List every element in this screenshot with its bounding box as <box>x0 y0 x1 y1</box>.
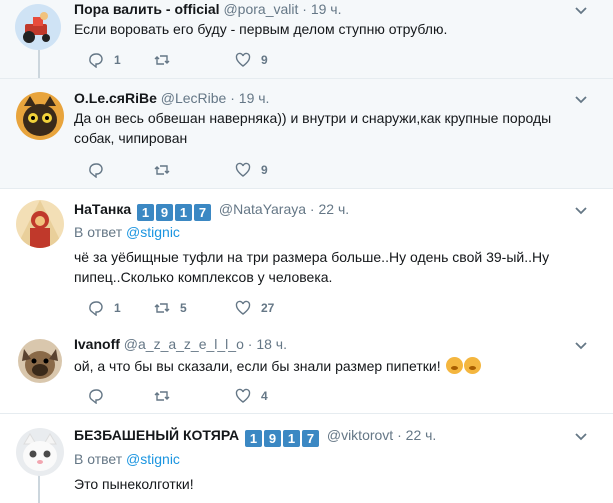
like-button[interactable]: 4 <box>235 387 268 405</box>
reply-to-link[interactable]: @stignic <box>126 451 180 467</box>
display-name[interactable]: O.Le.сяRiBe <box>74 90 157 106</box>
reply-button[interactable] <box>88 387 114 405</box>
like-button[interactable]: 9 <box>235 51 268 69</box>
avatar-dog-icon <box>18 339 62 383</box>
in-reply-to-label: В ответ <box>74 224 123 240</box>
username[interactable]: @LecRibe <box>161 90 227 106</box>
badge: 9 <box>263 430 281 447</box>
reply-icon <box>89 53 103 68</box>
reply-icon <box>89 163 103 178</box>
badge: 1 <box>137 204 155 221</box>
chevron-down-icon[interactable] <box>573 428 589 444</box>
retweet-count: 5 <box>180 301 187 315</box>
reply-button[interactable]: 1 <box>88 51 121 69</box>
reply-to-link[interactable]: @stignic <box>126 224 180 240</box>
heart-icon <box>235 52 251 67</box>
display-name[interactable]: НаТанка <box>74 201 131 217</box>
tweet-header: Пора валить - official @pora_valit · 19 … <box>74 1 342 17</box>
username[interactable]: @viktorovt <box>327 427 393 443</box>
retweet-button[interactable]: 5 <box>154 299 187 317</box>
badge: 1 <box>282 430 300 447</box>
heart-icon <box>235 388 251 403</box>
in-reply-to: В ответ @stignic <box>74 223 180 241</box>
badge: 1 <box>244 430 262 447</box>
tweet-header: БЕЗБАШЕНЫЙ КОТЯРА 1917 @viktorovt · 22 ч… <box>74 427 437 447</box>
chevron-down-icon[interactable] <box>573 91 589 107</box>
like-count: 9 <box>261 163 268 177</box>
tweet-header: O.Le.сяRiBe @LecRibe · 19 ч. <box>74 90 270 106</box>
timestamp[interactable]: 19 ч. <box>239 90 270 106</box>
tweet-header: НаТанка 1917 @NataYaraya · 22 ч. <box>74 201 350 221</box>
avatar[interactable] <box>18 339 62 383</box>
like-count: 4 <box>261 389 268 403</box>
display-name[interactable]: БЕЗБАШЕНЫЙ КОТЯРА <box>74 427 239 443</box>
retweet-icon <box>154 55 170 65</box>
tweet-text: ой, а что бы вы сказали, если бы знали р… <box>74 356 584 376</box>
reply-icon <box>89 389 103 404</box>
chevron-down-icon[interactable] <box>573 337 589 353</box>
username[interactable]: @a_z_a_z_e_l_l_o <box>124 336 244 352</box>
retweet-button[interactable] <box>154 161 180 179</box>
timestamp[interactable]: 22 ч. <box>318 201 349 217</box>
avatar[interactable] <box>15 4 61 50</box>
reply-count: 1 <box>114 301 121 315</box>
retweet-button[interactable] <box>154 387 180 405</box>
timestamp[interactable]: 22 ч. <box>406 427 437 443</box>
in-reply-to: В ответ @stignic <box>74 450 180 468</box>
avatar[interactable] <box>16 428 64 476</box>
reply-button[interactable]: 1 <box>88 299 121 317</box>
chevron-down-icon[interactable] <box>573 202 589 218</box>
display-name[interactable]: Ivanoff <box>74 336 120 352</box>
retweet-icon <box>154 303 170 313</box>
reply-button[interactable] <box>88 161 114 179</box>
like-button[interactable]: 27 <box>235 299 274 317</box>
like-count: 27 <box>261 301 275 315</box>
username[interactable]: @pora_valit <box>223 1 298 17</box>
thread-line <box>38 50 40 78</box>
badge-group: 1917 <box>137 203 213 221</box>
retweet-button[interactable] <box>154 51 180 69</box>
chevron-down-icon[interactable] <box>573 2 589 18</box>
tweet[interactable]: O.Le.сяRiBe @LecRibe · 19 ч. Да он весь … <box>0 78 613 188</box>
tweet-text: Да он весь обвешан наверняка)) и внутри … <box>74 110 552 146</box>
tweet[interactable]: НаТанка 1917 @NataYaraya · 22 ч. В ответ… <box>0 188 613 325</box>
tweet[interactable]: БЕЗБАШЕНЫЙ КОТЯРА 1917 @viktorovt · 22 ч… <box>0 413 613 503</box>
timestamp[interactable]: 18 ч. <box>256 336 287 352</box>
tweet[interactable]: Пора валить - official @pora_valit · 19 … <box>0 0 613 78</box>
like-button[interactable]: 9 <box>235 161 268 179</box>
badge: 1 <box>175 204 193 221</box>
avatar-cat-icon <box>16 92 64 140</box>
avatar-poster-icon <box>16 200 64 248</box>
tweet-header: Ivanoff @a_z_a_z_e_l_l_o · 18 ч. <box>74 336 287 352</box>
tweet[interactable]: Ivanoff @a_z_a_z_e_l_l_o · 18 ч. ой, а ч… <box>0 325 613 413</box>
heart-icon <box>235 300 251 315</box>
avatar[interactable] <box>16 200 64 248</box>
display-name[interactable]: Пора валить - official <box>74 1 220 17</box>
retweet-icon <box>154 165 170 175</box>
tweet-text: Если воровать его буду - первым делом ст… <box>74 21 448 37</box>
badge: 7 <box>194 204 212 221</box>
avatar[interactable] <box>16 92 64 140</box>
badge: 9 <box>156 204 174 221</box>
avatar-kitten-icon <box>16 428 64 476</box>
retweet-icon <box>154 391 170 401</box>
thread-line <box>38 474 40 503</box>
reply-count: 1 <box>114 53 121 67</box>
in-reply-to-label: В ответ <box>74 451 123 467</box>
badge-group: 1917 <box>244 429 321 447</box>
timestamp[interactable]: 19 ч. <box>311 1 342 17</box>
username[interactable]: @NataYaraya <box>219 201 306 217</box>
like-count: 9 <box>261 53 268 67</box>
heart-icon <box>235 162 251 177</box>
tweet-text: Это пынеколготки! <box>74 476 194 492</box>
face-with-hand-over-mouth-icon <box>463 357 481 374</box>
reply-icon <box>89 301 103 316</box>
badge: 7 <box>301 430 319 447</box>
avatar-tractor-icon <box>15 4 61 50</box>
hushed-face-icon <box>445 357 463 374</box>
tweet-text: чё за уёбищные туфли на три размера боль… <box>74 249 550 285</box>
